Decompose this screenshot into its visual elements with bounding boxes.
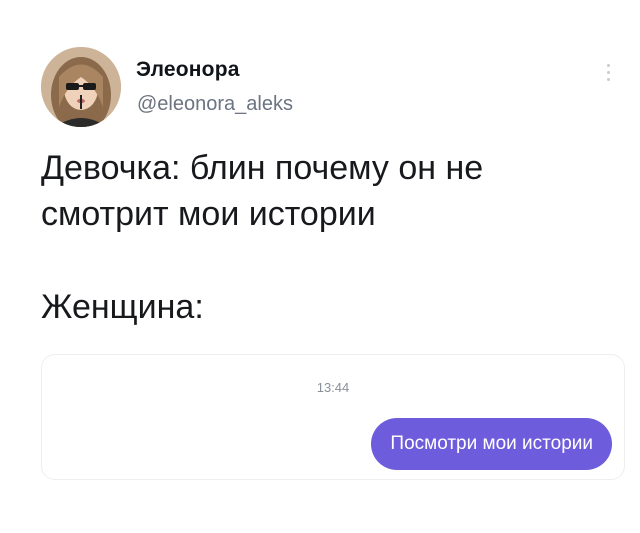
tweet-screenshot: Элеонора @eleonora_aleks Девочка: блин п… xyxy=(0,0,640,533)
chat-message-bubble: Посмотри мои истории xyxy=(371,418,612,470)
author-display-name[interactable]: Элеонора xyxy=(136,58,240,82)
chat-timestamp: 13:44 xyxy=(316,380,350,395)
more-vertical-icon[interactable] xyxy=(605,64,611,88)
tweet-text-line-2: смотрит мои истории xyxy=(41,195,376,233)
avatar-photo xyxy=(41,47,121,127)
avatar[interactable] xyxy=(41,47,121,127)
tweet-text-line-3: Женщина: xyxy=(41,288,204,326)
author-handle[interactable]: @eleonora_aleks xyxy=(137,93,293,116)
chat-screenshot-card: 13:44 Посмотри мои истории xyxy=(41,354,625,480)
tweet-text-line-1: Девочка: блин почему он не xyxy=(41,149,484,187)
